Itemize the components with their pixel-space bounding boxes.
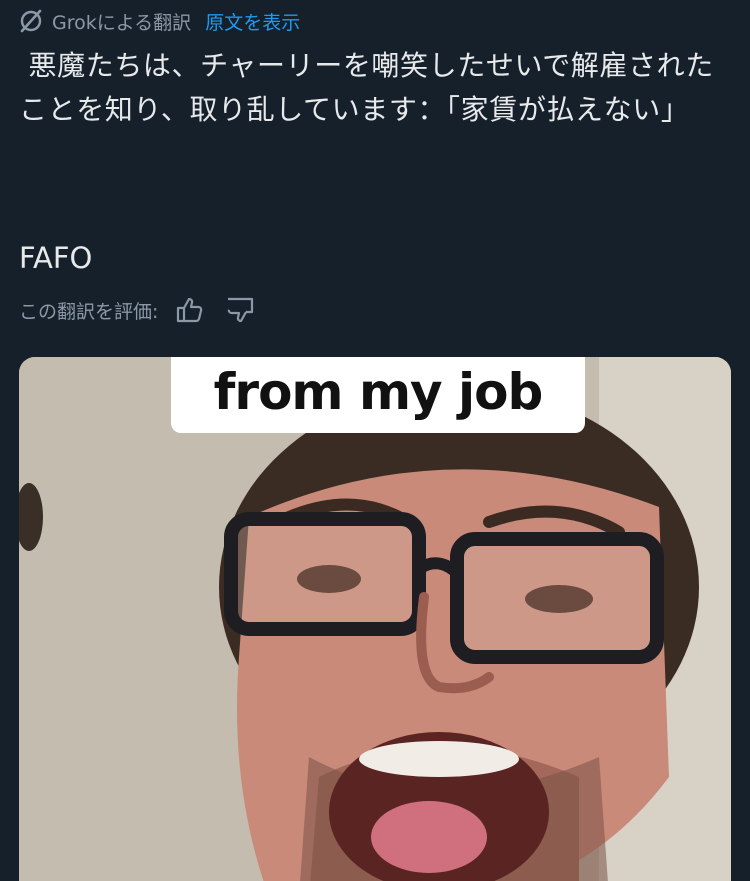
translation-bar: Grokによる翻訳 原文を表示	[18, 6, 300, 36]
rate-translation-bar: この翻訳を評価:	[19, 292, 258, 328]
thumbs-down-icon	[228, 297, 254, 323]
tweet-post: Grokによる翻訳 原文を表示 悪魔たちは、チャーリーを嘲笑したせいで解雇された…	[0, 0, 750, 881]
media-video[interactable]: from my job	[19, 357, 731, 881]
tweet-hashtag-text: FAFO	[19, 241, 93, 275]
show-original-link[interactable]: 原文を表示	[205, 8, 300, 35]
thumbs-up-button[interactable]	[172, 292, 208, 328]
tweet-text: 悪魔たちは、チャーリーを嘲笑したせいで解雇されたことを知り、取り乱しています：「…	[19, 49, 714, 126]
video-frame-image	[19, 357, 731, 881]
thumbs-down-button[interactable]	[222, 292, 258, 328]
video-caption-box: from my job	[171, 357, 585, 433]
grok-slash-icon	[18, 8, 44, 34]
rate-translation-label: この翻訳を評価:	[19, 300, 159, 323]
video-caption-text: from my job	[213, 363, 544, 421]
translated-by-label: Grokによる翻訳	[52, 11, 192, 34]
thumbs-up-icon	[177, 297, 203, 323]
